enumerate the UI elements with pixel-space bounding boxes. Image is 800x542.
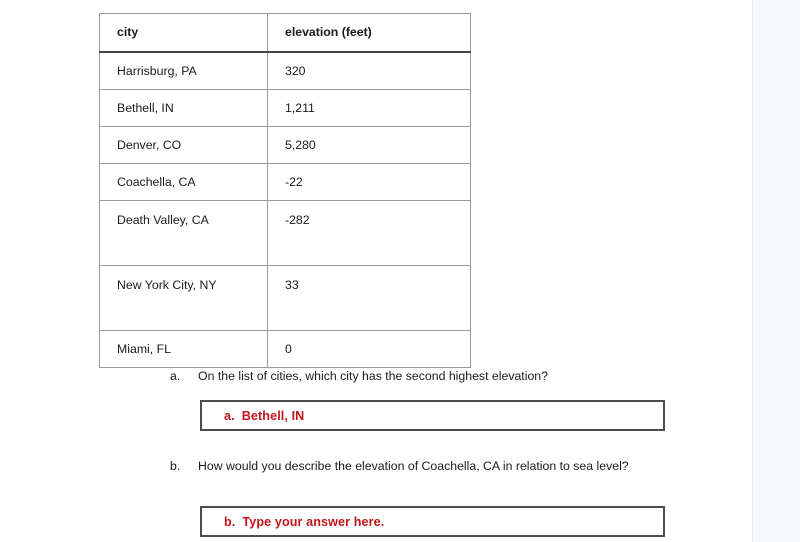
table-row: Miami, FL 0 — [99, 330, 471, 368]
question-text-a: On the list of cities, which city has th… — [198, 369, 548, 383]
question-row-a: a. On the list of cities, which city has… — [170, 368, 670, 386]
cell-city: Death Valley, CA — [99, 200, 268, 266]
table-row: Denver, CO 5,280 — [99, 126, 471, 164]
table-row: Death Valley, CA -282 — [99, 200, 471, 266]
cell-city: Coachella, CA — [99, 163, 268, 201]
cell-city: Denver, CO — [99, 126, 268, 164]
answer-box-b[interactable]: b. Type your answer here. — [200, 506, 665, 537]
cell-city: Bethell, IN — [99, 89, 268, 127]
cell-city: New York City, NY — [99, 265, 268, 331]
table-row: Bethell, IN 1,211 — [99, 89, 471, 127]
table-row: New York City, NY 33 — [99, 265, 471, 331]
column-header-elevation: elevation (feet) — [267, 13, 471, 53]
answer-placeholder-b: Type your answer here. — [242, 514, 385, 529]
cell-elevation: -22 — [267, 163, 471, 201]
question-row-b: b. How would you describe the elevation … — [170, 458, 670, 476]
answer-box-a[interactable]: a. Bethell, IN — [200, 400, 665, 431]
answer-letter-b: b. — [224, 514, 236, 529]
table-header-row: city elevation (feet) — [99, 13, 471, 53]
question-label-b: b. — [170, 459, 181, 473]
cell-elevation: 33 — [267, 265, 471, 331]
cell-city: Harrisburg, PA — [99, 51, 268, 90]
cell-elevation: -282 — [267, 200, 471, 266]
answer-letter-a: a. — [224, 408, 235, 423]
table-row: Harrisburg, PA 320 — [99, 51, 471, 90]
table-header: city elevation (feet) — [99, 13, 471, 53]
question-label-a: a. — [170, 369, 181, 383]
cell-elevation: 0 — [267, 330, 471, 368]
elevation-table: city elevation (feet) Harrisburg, PA 320 B… — [99, 13, 471, 368]
table-row: Coachella, CA -22 — [99, 163, 471, 201]
question-text-b: How would you describe the elevation of … — [198, 459, 629, 473]
document-page: city elevation (feet) Harrisburg, PA 320 B… — [0, 0, 752, 542]
answer-text-b: b. Type your answer here. — [224, 515, 384, 529]
table-body: Harrisburg, PA 320 Bethell, IN 1,211 Denver,… — [99, 51, 471, 368]
cell-elevation: 320 — [267, 51, 471, 90]
answer-text-a: a. Bethell, IN — [224, 409, 304, 423]
cell-elevation: 5,280 — [267, 126, 471, 164]
question-block-b: b. How would you describe the elevation … — [170, 458, 670, 476]
cell-elevation: 1,211 — [267, 89, 471, 127]
page-edge-right — [752, 0, 800, 542]
question-block-a: a. On the list of cities, which city has… — [170, 368, 670, 386]
cell-city: Miami, FL — [99, 330, 268, 368]
column-header-city: city — [99, 13, 268, 53]
answer-value-a: Bethell, IN — [241, 408, 305, 423]
